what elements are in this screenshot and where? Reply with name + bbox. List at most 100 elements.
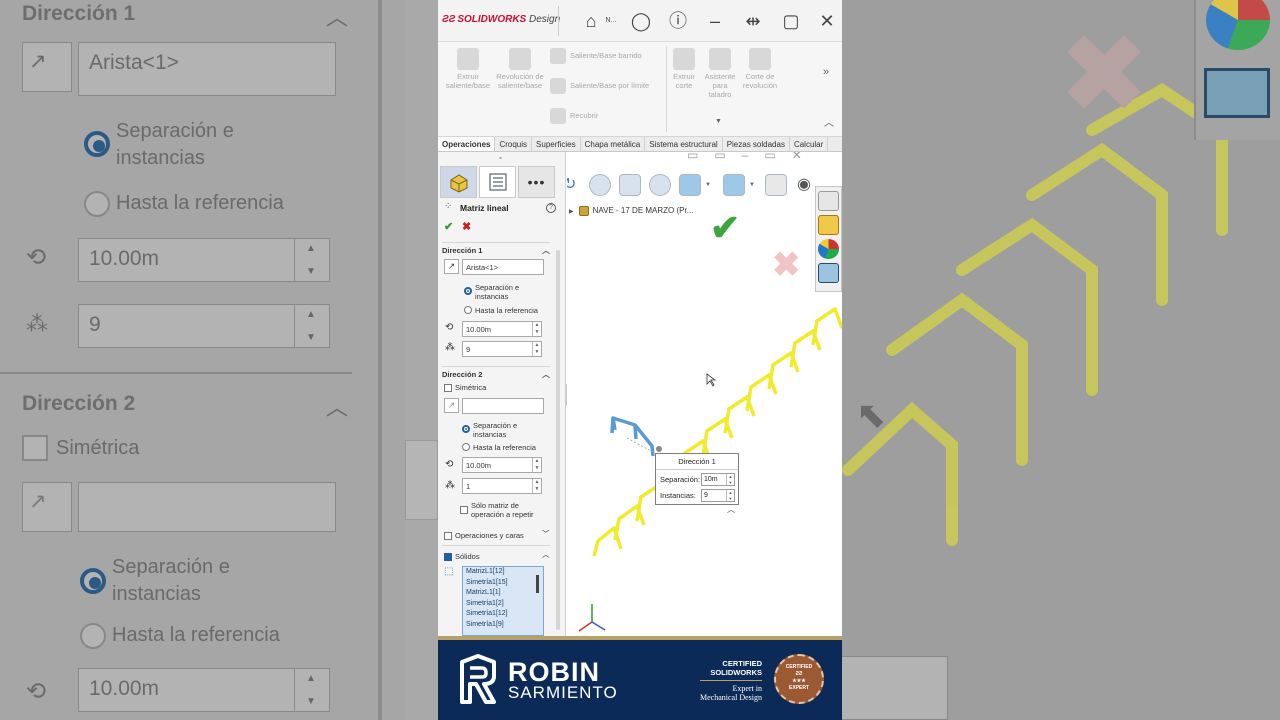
instances-icon: ⁂ bbox=[445, 342, 455, 353]
list-scrollbar[interactable] bbox=[536, 575, 539, 593]
tab-chapa-metalica[interactable]: Chapa metálica bbox=[581, 137, 646, 151]
tab-superficies[interactable]: Superficies bbox=[532, 137, 581, 151]
chevron-down-icon[interactable]: ﹀ bbox=[542, 529, 550, 539]
extrude-boss-button[interactable]: Extruir saliente/base bbox=[444, 48, 492, 90]
bg-instances-field: 9 bbox=[78, 304, 330, 348]
bg-instances-icon: ⁂ bbox=[26, 311, 48, 336]
direction2-arrow-icon[interactable]: ↗ bbox=[444, 398, 459, 413]
callout-collapse-icon[interactable]: ︿ bbox=[727, 504, 735, 515]
chevron-up-icon-3[interactable]: ︿ bbox=[542, 550, 550, 560]
d1-instances-spinner[interactable]: ▲ ▼ bbox=[532, 342, 541, 356]
bodies-list[interactable]: MatrizL1[12] Simetría1[15] MatrizL1[1] S… bbox=[462, 566, 544, 636]
custom-properties-icon[interactable] bbox=[818, 263, 839, 283]
callout-instances-value: 9 bbox=[704, 492, 708, 499]
only-seed-checkbox[interactable] bbox=[460, 506, 468, 514]
ok-button[interactable]: ✔ bbox=[444, 220, 453, 233]
bg-radio-spacing bbox=[84, 131, 110, 157]
bg-distance2-field: 10.00m bbox=[78, 668, 330, 712]
direction1-header[interactable]: Dirección 1 ︿ bbox=[442, 242, 550, 255]
tab-operaciones[interactable]: Operaciones bbox=[438, 137, 496, 151]
resources-icon[interactable] bbox=[818, 191, 839, 211]
home-icon[interactable]: ⌂ bbox=[578, 8, 604, 34]
badge-top: CERTIFIED bbox=[785, 664, 813, 670]
features-faces-label: Operaciones y caras bbox=[455, 531, 524, 540]
d2-distance-field[interactable]: 10.00m bbox=[462, 457, 542, 473]
title-bar: ƧƧ SOLIDWORKS Design ⌂ N... ◯ ⓘ – ⇹ ▢ ✕ bbox=[438, 0, 842, 42]
cover-button[interactable]: Recubrir bbox=[550, 108, 660, 124]
minimize-icon[interactable]: – bbox=[702, 8, 728, 34]
list-item[interactable]: Simetría1[12] bbox=[463, 609, 543, 620]
d2-instances-spinner[interactable]: ▲ ▼ bbox=[532, 479, 541, 493]
bg-radio-reference-2 bbox=[80, 623, 106, 649]
swept-boss-button[interactable]: Saliente/Base barrido bbox=[550, 48, 660, 64]
direction2-edge-field[interactable] bbox=[462, 398, 544, 414]
design-library-icon[interactable] bbox=[818, 215, 839, 235]
swept-boss-label: Saliente/Base barrido bbox=[570, 50, 642, 60]
d1-radio-spacing[interactable] bbox=[464, 287, 472, 295]
d1-radio-spacing-label: Separación e instancias bbox=[475, 283, 520, 301]
pm-scrollbar[interactable] bbox=[556, 250, 560, 630]
symmetric-checkbox[interactable] bbox=[444, 384, 452, 392]
ribbon-dropdown-icon[interactable]: ▼ bbox=[715, 118, 722, 125]
bg-instances-spinner bbox=[294, 305, 328, 347]
bodies-checkbox[interactable] bbox=[444, 553, 452, 561]
ribbon-more-button[interactable]: » bbox=[823, 66, 829, 78]
appearances-icon[interactable] bbox=[818, 239, 839, 259]
revolve-cut-button[interactable]: Corte de revolución bbox=[742, 48, 778, 90]
certified-expert-badge-icon: CERTIFIED ƧƧ ★★★ EXPERT bbox=[774, 654, 824, 704]
tab-sistema-estructural[interactable]: Sistema estructural bbox=[645, 137, 723, 151]
d2-instances-field[interactable]: 1 bbox=[462, 478, 542, 494]
d1-distance-spinner[interactable]: ▲ ▼ bbox=[532, 322, 541, 336]
d2-radio-spacing[interactable] bbox=[462, 425, 470, 433]
direction-arrow-icon[interactable]: ↗ bbox=[444, 259, 459, 274]
feature-manager-tab[interactable] bbox=[440, 166, 477, 198]
graphics-area[interactable]: ▭▭–▭✕ ↻ ▼ ▼ ◉ ▶ NAVE - 17 DE MARZO (Pr...… bbox=[567, 152, 842, 636]
d1-instances-field[interactable]: 9 bbox=[462, 341, 542, 357]
d2-distance-spinner[interactable]: ▲ ▼ bbox=[532, 458, 541, 472]
property-manager-tab[interactable] bbox=[479, 166, 516, 198]
bg-edge-icon: ↗ bbox=[22, 42, 72, 92]
loft-boss-button[interactable]: Saliente/Base por límite bbox=[550, 78, 660, 94]
bg-callout-box bbox=[832, 656, 948, 720]
list-item[interactable]: Simetría1[2] bbox=[463, 599, 543, 610]
command-tabs: Operaciones Croquis Superficies Chapa me… bbox=[438, 136, 842, 152]
tab-calcular[interactable]: Calcular bbox=[790, 137, 829, 151]
direction1-callout: Dirección 1 Separación: 10m ▲ ▼ Instancias… bbox=[655, 453, 739, 505]
d2-radio-reference[interactable] bbox=[462, 443, 470, 451]
d1-radio-reference[interactable] bbox=[464, 306, 472, 314]
callout-instances-spinner[interactable]: ▲ ▼ bbox=[726, 490, 734, 501]
features-faces-checkbox[interactable] bbox=[444, 532, 452, 540]
callout-spacing-field[interactable]: 10m ▲ ▼ bbox=[701, 473, 735, 486]
hole-wizard-icon bbox=[709, 48, 731, 70]
more-tabs-button[interactable]: ••• bbox=[518, 166, 555, 198]
d1-distance-field[interactable]: 10.00m bbox=[462, 321, 542, 337]
maximize-icon[interactable]: ▢ bbox=[778, 8, 804, 34]
list-item[interactable]: MatrizL1[1] bbox=[463, 588, 543, 599]
help-icon[interactable]: ⓘ bbox=[665, 8, 691, 34]
search-short[interactable]: N... bbox=[604, 8, 618, 34]
callout-instances-field[interactable]: 9 ▲ ▼ bbox=[701, 489, 735, 502]
hole-wizard-button[interactable]: Asistente para taladro bbox=[702, 48, 738, 99]
callout-spacing-spinner[interactable]: ▲ ▼ bbox=[726, 474, 734, 485]
d2-radio-spacing-label: Separación e instancias bbox=[473, 421, 518, 439]
d2-radio-reference-label: Hasta la referencia bbox=[473, 443, 536, 452]
extrude-cut-button[interactable]: Extruir corte bbox=[670, 48, 698, 90]
tab-piezas-soldadas[interactable]: Piezas soldadas bbox=[723, 137, 790, 151]
direction2-header[interactable]: Dirección 2 ︿ bbox=[442, 366, 550, 379]
list-item[interactable]: Simetría1[9] bbox=[463, 620, 543, 631]
tab-croquis[interactable]: Croquis bbox=[495, 137, 533, 151]
pm-grip-icon[interactable]: ⚬ bbox=[498, 155, 503, 162]
list-item[interactable]: Simetría1[15] bbox=[463, 578, 543, 589]
pm-help-button[interactable]: ? bbox=[546, 203, 556, 213]
user-icon[interactable]: ◯ bbox=[628, 8, 654, 34]
direction1-edge-field[interactable]: Arista<1> bbox=[462, 259, 544, 275]
ribbon-collapse-icon[interactable]: ︿ bbox=[824, 114, 834, 129]
restore-icon[interactable]: ⇹ bbox=[740, 8, 766, 34]
cancel-button[interactable]: ✖ bbox=[462, 220, 471, 233]
direction-handle-icon[interactable] bbox=[656, 446, 662, 452]
list-item[interactable]: MatrizL1[12] bbox=[463, 567, 543, 578]
close-icon[interactable]: ✕ bbox=[814, 8, 840, 34]
extrude-icon bbox=[457, 48, 479, 70]
revolve-boss-button[interactable]: Revolución de saliente/base bbox=[496, 48, 544, 90]
bg-symmetric-checkbox bbox=[22, 435, 48, 461]
